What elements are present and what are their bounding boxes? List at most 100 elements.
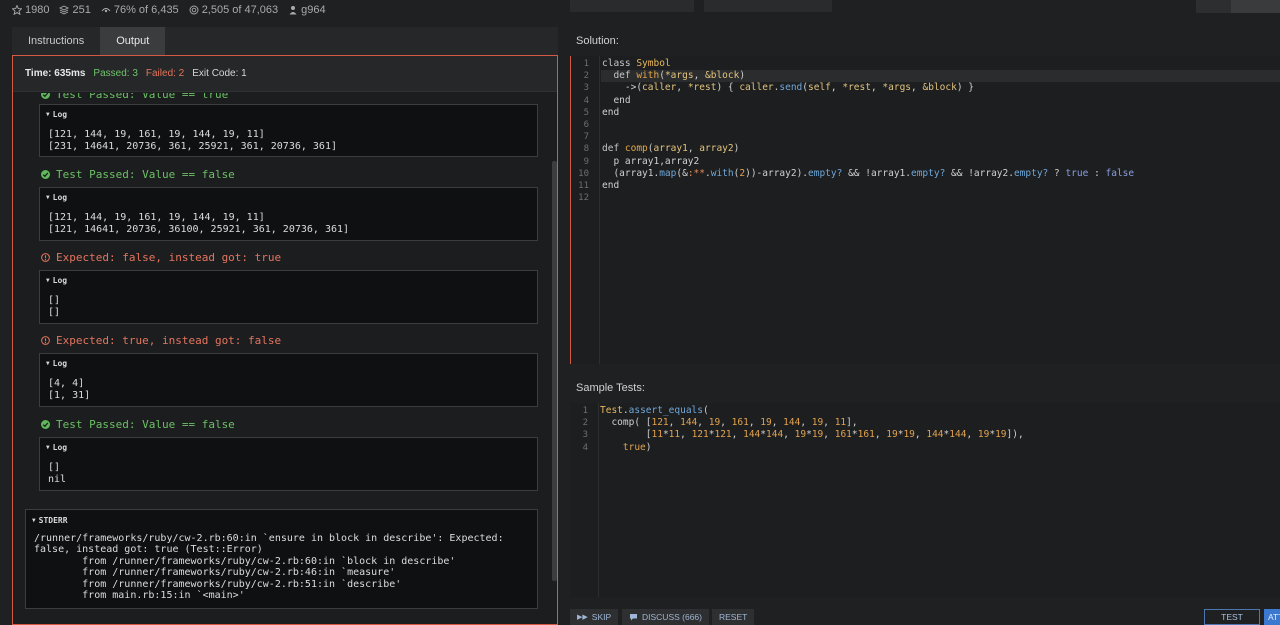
fast-forward-icon: ▶▶ — [577, 614, 588, 621]
sample-code[interactable]: Test.assert_equals( comp( [121, 144, 19,… — [600, 405, 1024, 454]
top-tab-placeholder-2[interactable] — [704, 0, 832, 12]
log-label: Log — [52, 443, 68, 452]
log-label: Log — [52, 359, 68, 368]
check-circle-icon — [41, 170, 50, 179]
line-number: 7 — [583, 132, 589, 143]
tab-instructions[interactable]: Instructions — [12, 27, 100, 55]
chat-icon — [630, 614, 637, 621]
stat-author-value: g964 — [301, 4, 326, 16]
test-result-text: Test Passed: Value == false — [56, 168, 235, 181]
line-number: 4 — [582, 442, 588, 453]
output-scrollbar[interactable] — [552, 161, 557, 581]
code-line: end — [602, 106, 620, 118]
line-number: 1 — [583, 59, 589, 69]
line-number: 6 — [583, 120, 589, 130]
alert-circle-icon — [41, 253, 50, 262]
user-icon — [289, 6, 297, 15]
alert-circle-icon — [41, 336, 50, 345]
failed-count: Failed: 2 — [145, 68, 185, 79]
skip-label: SKIP — [591, 612, 612, 622]
exit-code: Exit Code: 1 — [192, 68, 247, 79]
log-line: [4, 4] — [48, 378, 85, 389]
solution-code[interactable]: class Symbol def with(*args, &block) ->(… — [602, 58, 1134, 192]
discuss-button[interactable]: DISCUSS (666) — [622, 609, 709, 625]
panel-tabs: Instructions Output — [12, 27, 166, 55]
test-button[interactable]: TEST — [1204, 609, 1260, 625]
kata-stats: 1980 251 76% of 6,435 2,505 of 47,063 g9… — [12, 4, 326, 16]
stderr-line: from /runner/frameworks/ruby/cw-2.rb:60:… — [34, 556, 456, 567]
output-scroll-area[interactable]: Test Passed: Value == true ▼ Log [121, 14… — [13, 93, 557, 624]
caret-down-icon: ▼ — [46, 360, 50, 367]
reset-button[interactable]: RESET — [712, 609, 755, 625]
log-block-5: ▼ Log [] nil — [39, 437, 538, 491]
log-line: [231, 14641, 20736, 361, 25921, 361, 207… — [48, 141, 337, 152]
stat-stars-value: 1980 — [25, 4, 50, 16]
line-number: 9 — [583, 156, 589, 167]
stat-satisfaction[interactable]: 76% of 6,435 — [101, 4, 179, 16]
stat-author[interactable]: g964 — [288, 4, 326, 16]
test-result-3: Expected: false, instead got: true — [41, 251, 281, 264]
line-number: 2 — [583, 71, 589, 82]
log-label: Log — [52, 110, 68, 119]
stack-icon — [59, 5, 70, 15]
attempt-button[interactable]: ATTEMPT — [1264, 609, 1280, 625]
solution-editor[interactable]: 1 2 3 4 5 6 7 8 9 10 11 12 class Symbol def with(*a… — [570, 56, 1280, 364]
stderr-line: false, instead got: true (Test::Error) — [34, 544, 263, 555]
line-number: 2 — [582, 418, 588, 429]
log-line: [] — [48, 307, 61, 318]
top-corner-buttons[interactable] — [1196, 0, 1280, 13]
test-result-text: Test Passed: Value == false — [56, 418, 235, 431]
log-toggle[interactable]: ▼ Log — [46, 110, 67, 119]
log-toggle[interactable]: ▼ Log — [46, 276, 67, 285]
stat-completed-value: 2,505 of 47,063 — [201, 4, 279, 16]
log-block-3: ▼ Log [] [] — [39, 270, 538, 324]
code-line: true) — [622, 441, 652, 453]
check-circle-icon — [41, 93, 50, 99]
stderr-line: /runner/frameworks/ruby/cw-2.rb:60:in `e… — [34, 533, 504, 544]
passed-count: Passed: 3 — [93, 68, 138, 79]
stat-stars[interactable]: 1980 — [12, 4, 49, 16]
stderr-line: from main.rb:15:in `<main>' — [34, 590, 245, 601]
top-tab-placeholder-1[interactable] — [570, 0, 694, 12]
log-line: [] — [48, 462, 61, 473]
sample-tests-label: Sample Tests: — [576, 382, 645, 394]
code-line: def with(*args, &block) — [602, 70, 746, 82]
stat-collections[interactable]: 251 — [59, 4, 91, 16]
test-result-5: Test Passed: Value == false — [41, 418, 235, 431]
line-number: 12 — [578, 193, 589, 204]
test-result-4: Expected: true, instead got: false — [41, 334, 281, 347]
line-number: 10 — [578, 168, 589, 179]
output-panel: Time: 635ms Passed: 3 Failed: 2 Exit Cod… — [12, 55, 558, 625]
stat-completed[interactable]: 2,505 of 47,063 — [189, 4, 278, 16]
skip-button[interactable]: ▶▶ SKIP — [570, 609, 619, 625]
run-status-bar: Time: 635ms Passed: 3 Failed: 2 Exit Cod… — [13, 56, 557, 92]
solution-label: Solution: — [576, 35, 619, 47]
sample-tests-editor[interactable]: 1 234 Test.assert_equals( comp( [121, 144… — [570, 403, 1280, 597]
caret-down-icon: ▼ — [46, 111, 50, 118]
log-toggle[interactable]: ▼ Log — [46, 193, 67, 202]
log-line: [121, 144, 19, 161, 19, 144, 19, 11] — [48, 129, 265, 140]
code-line: Test.assert_equals( — [600, 405, 709, 416]
code-line: def comp(array1, array2) — [602, 143, 740, 155]
tab-output[interactable]: Output — [100, 27, 166, 55]
log-line: [] — [48, 295, 61, 306]
thumbs-icon — [101, 8, 111, 13]
code-line: end — [602, 180, 620, 192]
attempt-label: ATTEMPT — [1268, 612, 1280, 622]
test-result-partial: Test Passed: Value == true — [41, 93, 228, 101]
caret-down-icon: ▼ — [46, 194, 50, 201]
log-toggle[interactable]: ▼ Log — [46, 443, 67, 452]
stat-satisfaction-value: 76% of 6,435 — [113, 4, 179, 16]
line-number: 11 — [578, 181, 589, 191]
line-number: 4 — [583, 95, 589, 106]
log-toggle[interactable]: ▼ Log — [46, 359, 67, 368]
stderr-toggle[interactable]: ▼ STDERR — [32, 516, 68, 525]
log-block-1: ▼ Log [121, 144, 19, 161, 19, 144, 19, 11… — [39, 104, 538, 157]
line-number: 3 — [583, 83, 589, 94]
log-line: [121, 144, 19, 161, 19, 144, 19, 11] — [48, 212, 265, 223]
test-result-partial-text: Test Passed: Value == true — [56, 93, 229, 101]
left-panel: Instructions Output Time: 635ms Passed: … — [12, 27, 558, 625]
stat-collections-value: 251 — [72, 4, 91, 16]
reset-label: RESET — [719, 612, 748, 622]
code-line: p array1,array2 — [602, 155, 700, 167]
